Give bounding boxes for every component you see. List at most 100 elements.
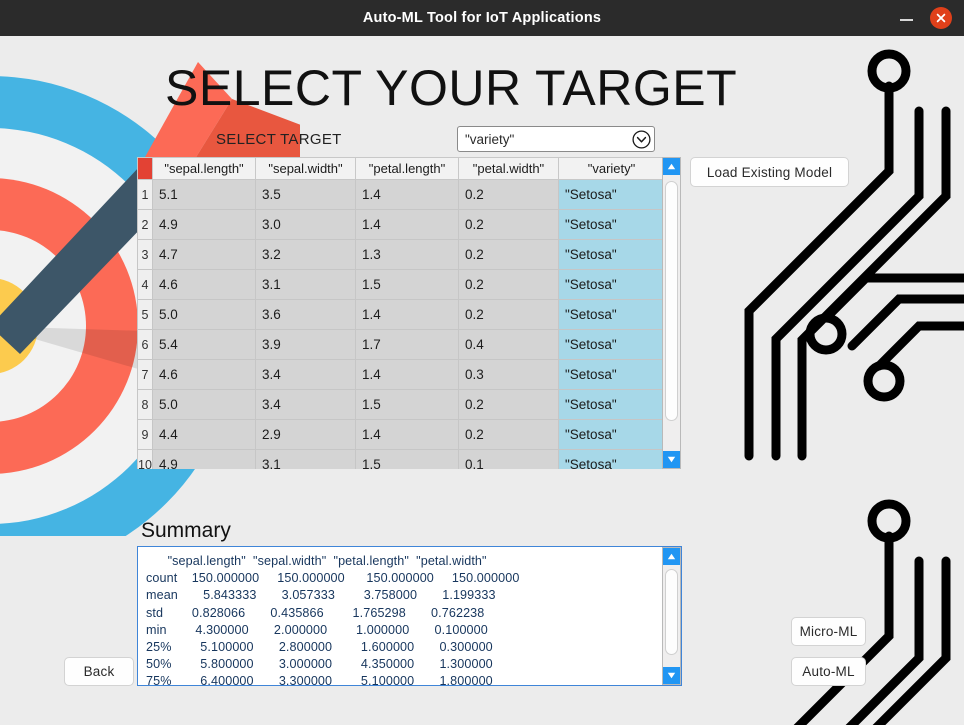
cell-petal-width[interactable]: 0.2: [458, 269, 559, 300]
table-row[interactable]: 8 5.0 3.4 1.5 0.2 "Setosa": [137, 389, 665, 420]
table-row[interactable]: 2 4.9 3.0 1.4 0.2 "Setosa": [137, 209, 665, 240]
cell-variety[interactable]: "Setosa": [558, 299, 665, 330]
row-index: 2: [137, 209, 153, 240]
minimize-icon[interactable]: [898, 9, 916, 27]
row-index: 6: [137, 329, 153, 360]
cell-petal-length[interactable]: 1.3: [355, 239, 459, 270]
table-row[interactable]: 5 5.0 3.6 1.4 0.2 "Setosa": [137, 299, 665, 330]
row-index: 4: [137, 269, 153, 300]
cell-sepal-length[interactable]: 4.9: [152, 209, 256, 240]
table-row[interactable]: 7 4.6 3.4 1.4 0.3 "Setosa": [137, 359, 665, 390]
row-index: 9: [137, 419, 153, 450]
column-header-petal-width[interactable]: "petal.width": [458, 157, 559, 180]
cell-variety[interactable]: "Setosa": [558, 239, 665, 270]
cell-petal-length[interactable]: 1.4: [355, 209, 459, 240]
cell-petal-width[interactable]: 0.2: [458, 239, 559, 270]
cell-sepal-length[interactable]: 5.4: [152, 329, 256, 360]
row-index: 5: [137, 299, 153, 330]
cell-sepal-length[interactable]: 4.6: [152, 269, 256, 300]
summary-text: "sepal.length" "sepal.width" "petal.leng…: [146, 554, 520, 686]
table-row[interactable]: 9 4.4 2.9 1.4 0.2 "Setosa": [137, 419, 665, 450]
page-title: SELECT YOUR TARGET: [165, 60, 738, 116]
cell-variety[interactable]: "Setosa": [558, 449, 665, 469]
cell-variety[interactable]: "Setosa": [558, 419, 665, 450]
cell-sepal-width[interactable]: 3.1: [255, 269, 356, 300]
data-table-container: "sepal.length" "sepal.width" "petal.leng…: [137, 157, 682, 469]
column-header-variety[interactable]: "variety": [558, 157, 665, 180]
window-title: Auto-ML Tool for IoT Applications: [362, 10, 602, 26]
cell-sepal-length[interactable]: 5.1: [152, 179, 256, 210]
cell-petal-length[interactable]: 1.4: [355, 359, 459, 390]
micro-ml-button[interactable]: Micro-ML: [791, 617, 866, 646]
table-row[interactable]: 6 5.4 3.9 1.7 0.4 "Setosa": [137, 329, 665, 360]
cell-variety[interactable]: "Setosa": [558, 209, 665, 240]
cell-petal-length[interactable]: 1.4: [355, 419, 459, 450]
table-row[interactable]: 10 4.9 3.1 1.5 0.1 "Setosa": [137, 449, 665, 469]
cell-variety[interactable]: "Setosa": [558, 179, 665, 210]
table-scrollbar[interactable]: [662, 157, 681, 469]
cell-petal-width[interactable]: 0.3: [458, 359, 559, 390]
cell-sepal-width[interactable]: 3.4: [255, 359, 356, 390]
cell-sepal-width[interactable]: 3.0: [255, 209, 356, 240]
cell-sepal-width[interactable]: 3.6: [255, 299, 356, 330]
cell-variety[interactable]: "Setosa": [558, 359, 665, 390]
column-header-sepal-width[interactable]: "sepal.width": [255, 157, 356, 180]
row-index: 7: [137, 359, 153, 390]
window-title-bar: Auto-ML Tool for IoT Applications: [0, 0, 964, 36]
table-row[interactable]: 1 5.1 3.5 1.4 0.2 "Setosa": [137, 179, 665, 210]
load-existing-model-button[interactable]: Load Existing Model: [690, 157, 849, 187]
summary-scrollbar[interactable]: [662, 547, 681, 685]
cell-sepal-width[interactable]: 3.5: [255, 179, 356, 210]
table-scroll-up-button[interactable]: [663, 158, 680, 175]
select-target-label: SELECT TARGET: [216, 131, 342, 148]
table-row[interactable]: 4 4.6 3.1 1.5 0.2 "Setosa": [137, 269, 665, 300]
table-body: 1 5.1 3.5 1.4 0.2 "Setosa" 2 4.9 3.0 1.4 0.2 "Setos…: [137, 179, 665, 469]
summary-scroll-thumb[interactable]: [665, 569, 678, 655]
cell-petal-width[interactable]: 0.2: [458, 179, 559, 210]
cell-sepal-length[interactable]: 5.0: [152, 389, 256, 420]
summary-title: Summary: [141, 519, 231, 542]
auto-ml-button[interactable]: Auto-ML: [791, 657, 866, 686]
cell-sepal-length[interactable]: 4.7: [152, 239, 256, 270]
table-index-header: [137, 157, 153, 180]
summary-scroll-track[interactable]: [663, 565, 680, 667]
table-scroll-track[interactable]: [663, 175, 680, 451]
cell-petal-width[interactable]: 0.2: [458, 389, 559, 420]
cell-petal-width[interactable]: 0.2: [458, 299, 559, 330]
cell-petal-length[interactable]: 1.7: [355, 329, 459, 360]
cell-sepal-length[interactable]: 4.4: [152, 419, 256, 450]
cell-petal-length[interactable]: 1.5: [355, 449, 459, 469]
cell-variety[interactable]: "Setosa": [558, 269, 665, 300]
window-controls: [898, 0, 964, 36]
cell-petal-length[interactable]: 1.5: [355, 269, 459, 300]
summary-scroll-down-button[interactable]: [663, 667, 680, 684]
app-window: Auto-ML Tool for IoT Applications SELECT…: [0, 0, 964, 725]
close-icon[interactable]: [930, 7, 952, 29]
cell-petal-length[interactable]: 1.4: [355, 179, 459, 210]
cell-sepal-width[interactable]: 3.1: [255, 449, 356, 469]
summary-scroll-up-button[interactable]: [663, 548, 680, 565]
table-row[interactable]: 3 4.7 3.2 1.3 0.2 "Setosa": [137, 239, 665, 270]
cell-sepal-width[interactable]: 3.9: [255, 329, 356, 360]
cell-petal-width[interactable]: 0.1: [458, 449, 559, 469]
cell-sepal-width[interactable]: 2.9: [255, 419, 356, 450]
cell-sepal-length[interactable]: 4.9: [152, 449, 256, 469]
cell-variety[interactable]: "Setosa": [558, 329, 665, 360]
column-header-sepal-length[interactable]: "sepal.length": [152, 157, 256, 180]
cell-sepal-width[interactable]: 3.4: [255, 389, 356, 420]
table-scroll-down-button[interactable]: [663, 451, 680, 468]
cell-petal-width[interactable]: 0.4: [458, 329, 559, 360]
cell-sepal-length[interactable]: 4.6: [152, 359, 256, 390]
column-header-petal-length[interactable]: "petal.length": [355, 157, 459, 180]
cell-petal-length[interactable]: 1.5: [355, 389, 459, 420]
cell-petal-width[interactable]: 0.2: [458, 419, 559, 450]
back-button[interactable]: Back: [64, 657, 134, 686]
cell-sepal-length[interactable]: 5.0: [152, 299, 256, 330]
cell-petal-width[interactable]: 0.2: [458, 209, 559, 240]
row-index: 8: [137, 389, 153, 420]
cell-variety[interactable]: "Setosa": [558, 389, 665, 420]
cell-petal-length[interactable]: 1.4: [355, 299, 459, 330]
table-scroll-thumb[interactable]: [665, 181, 678, 421]
target-select-dropdown[interactable]: "variety": [457, 126, 655, 152]
cell-sepal-width[interactable]: 3.2: [255, 239, 356, 270]
